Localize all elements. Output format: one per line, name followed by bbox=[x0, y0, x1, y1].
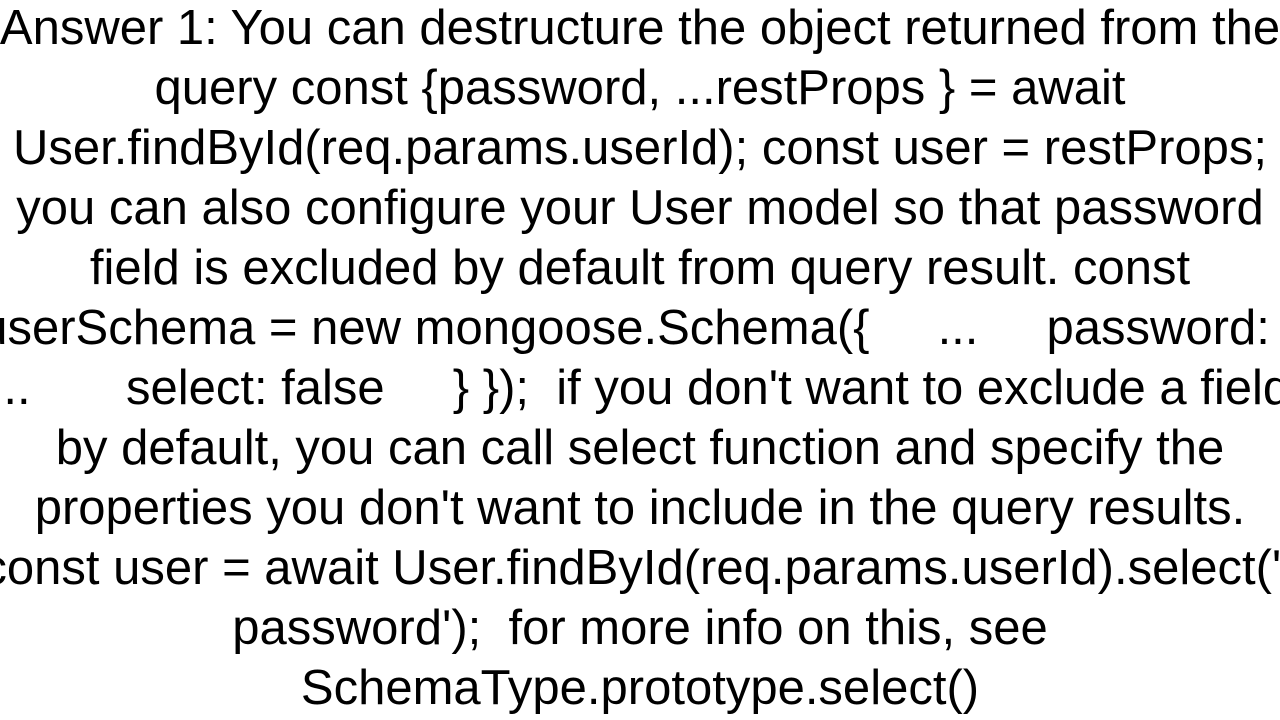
answer-text: Answer 1: You can destructure the object… bbox=[0, 0, 1280, 718]
document-viewport: Answer 1: You can destructure the object… bbox=[0, 0, 1280, 720]
